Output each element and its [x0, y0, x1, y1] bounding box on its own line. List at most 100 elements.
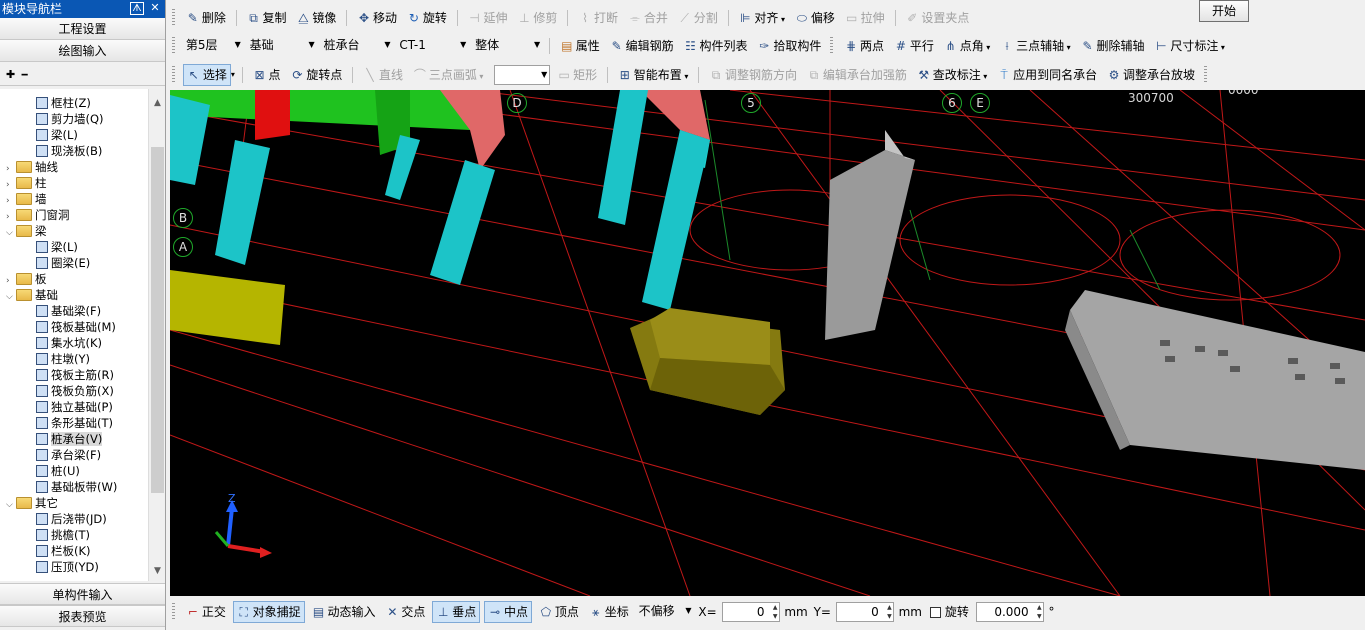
coordinate-snap[interactable]: ⚹ 坐标 [586, 598, 632, 626]
select-button[interactable]: ↖ 选择 [182, 64, 231, 86]
move-button[interactable]: ✥ 移动 [354, 4, 400, 32]
tree-item[interactable]: 剪力墙(Q) [36, 111, 104, 127]
tree-item[interactable]: 桩承台(V) [36, 431, 103, 447]
component-type-select[interactable]: 桩承台 ▼ [320, 36, 392, 56]
tree-item[interactable]: 集水坑(K) [36, 335, 102, 351]
tree-item[interactable]: 基础板带(W) [36, 479, 117, 495]
shape-select[interactable]: ▼ [494, 65, 551, 85]
rotate-angle-input[interactable]: 0.000 ▲ ▼ [975, 602, 1044, 622]
ortho-toggle[interactable]: ⌐ 正交 [183, 598, 229, 626]
tree-item[interactable]: 筏板负筋(X) [36, 383, 114, 399]
rotate-button[interactable]: ↻ 旋转 [404, 4, 450, 32]
mirror-button[interactable]: ⧋ 镜像 [293, 4, 339, 32]
expand-all-icon[interactable]: ✚ [6, 68, 15, 81]
three-point-arc-button[interactable]: ⌒ 三点画弧 ▾ [410, 61, 487, 91]
break-button[interactable]: ⌇ 打断 [575, 4, 621, 32]
close-icon[interactable]: ✕ [148, 2, 162, 15]
tree-folder[interactable]: › 墙 [6, 191, 47, 207]
scroll-up-icon[interactable]: ▲ [149, 95, 165, 111]
dimension-button[interactable]: ⊢ 尺寸标注 ▾ [1151, 32, 1228, 62]
chevron-down-icon[interactable]: ⌵ [6, 225, 16, 241]
rect-button[interactable]: ▭ 矩形 [554, 61, 600, 89]
tree-item[interactable]: 后浇带(JD) [36, 511, 107, 527]
tree-item[interactable]: 桩(U) [36, 463, 80, 479]
tree-folder[interactable]: ⌵ 其它 [6, 495, 58, 511]
component-select[interactable]: CT-1 ▼ [396, 36, 468, 56]
tree-item[interactable]: 梁(L) [36, 127, 78, 143]
midpoint-snap[interactable]: ⊸ 中点 [484, 601, 533, 623]
y-coordinate-input[interactable]: 0 ▲ ▼ [835, 602, 894, 622]
pick-component-button[interactable]: ✑ 拾取构件 [754, 32, 824, 60]
vertex-snap[interactable]: ⬠ 顶点 [536, 598, 582, 626]
perpendicular-snap[interactable]: ⊥ 垂点 [432, 601, 481, 623]
check-label-button[interactable]: ⚒ 查改标注 ▾ [914, 61, 991, 91]
intersection-snap[interactable]: ✕ 交点 [382, 598, 428, 626]
collapse-all-icon[interactable]: ━ [22, 70, 28, 81]
properties-button[interactable]: ▤ 属性 [557, 32, 603, 60]
split-button[interactable]: ⟋ 分割 [675, 4, 721, 32]
project-settings-button[interactable]: 工程设置 [0, 18, 165, 40]
drawing-input-button[interactable]: 绘图输入 [0, 40, 165, 62]
tree-item[interactable]: 梁(L) [36, 239, 78, 255]
offset-button[interactable]: ⬭ 偏移 [792, 4, 838, 32]
tree-folder[interactable]: ⌵ 梁 [6, 223, 47, 239]
tree-folder[interactable]: › 轴线 [6, 159, 58, 175]
tree-item[interactable]: 筏板基础(M) [36, 319, 116, 335]
pin-icon[interactable]: ᗑ [130, 2, 144, 15]
start-button[interactable]: 开始 [1199, 0, 1249, 22]
tree-item[interactable]: 压顶(YD) [36, 559, 99, 575]
dynamic-input-toggle[interactable]: ▤ 动态输入 [309, 598, 379, 626]
tree-item[interactable]: 承台梁(F) [36, 447, 101, 463]
point-angle-button[interactable]: ⋔ 点角 ▾ [941, 32, 994, 62]
set-grip-button[interactable]: ✐ 设置夹点 [902, 4, 972, 32]
object-snap-toggle[interactable]: ⛶ 对象捕捉 [232, 601, 305, 623]
rotate-checkbox[interactable]: 旋转 [927, 598, 972, 626]
drawing-viewport[interactable]: D 5 6 E B A 300700 0000 Z [170, 90, 1365, 596]
scope-select[interactable]: 整体 ▼ [472, 36, 542, 56]
delete-aux-button[interactable]: ✎ 删除辅轴 [1078, 32, 1148, 60]
merge-button[interactable]: ⌯ 合并 [625, 4, 671, 32]
tree-item[interactable]: 条形基础(T) [36, 415, 113, 431]
component-list-button[interactable]: ☷ 构件列表 [680, 32, 750, 60]
line-button[interactable]: ╲ 直线 [360, 61, 406, 89]
category-select[interactable]: 基础 ▼ [247, 36, 317, 56]
tree-folder[interactable]: › 板 [6, 271, 47, 287]
rotate-point-button[interactable]: ⟳ 旋转点 [287, 61, 345, 89]
edit-rebar-button[interactable]: ✎ 编辑钢筋 [607, 32, 677, 60]
report-preview-button[interactable]: 报表预览 [0, 605, 165, 627]
adjust-cap-slope-button[interactable]: ⚙ 调整承台放坡 [1104, 61, 1198, 89]
floor-select[interactable]: 第5层 ▼ [183, 36, 243, 56]
trim-button[interactable]: ⊥ 修剪 [514, 4, 560, 32]
adjust-rebar-dir-button[interactable]: ⧉ 调整钢筋方向 [706, 61, 800, 89]
tree-folder[interactable]: › 门窗洞 [6, 207, 70, 223]
edit-cap-reinforce-button[interactable]: ⧉ 编辑承台加强筋 [804, 61, 910, 89]
stretch-button[interactable]: ▭ 拉伸 [842, 4, 888, 32]
scroll-thumb[interactable] [151, 147, 164, 493]
two-points-button[interactable]: ⋕ 两点 [841, 32, 887, 60]
three-point-axis-button[interactable]: ⟊ 三点辅轴 ▾ [997, 32, 1074, 62]
tree-item[interactable]: 栏板(K) [36, 543, 91, 559]
tree-folder[interactable]: › 柱 [6, 175, 47, 191]
tree-item[interactable]: 挑檐(T) [36, 527, 90, 543]
x-coordinate-input[interactable]: 0 ▲ ▼ [721, 602, 780, 622]
tree-item[interactable]: 筏板主筋(R) [36, 367, 114, 383]
chevron-down-icon[interactable]: ⌵ [6, 497, 16, 513]
tree-scrollbar[interactable]: ▲ ▼ [148, 89, 165, 581]
tree-item[interactable]: 圈梁(E) [36, 255, 90, 271]
extend-button[interactable]: ⊣ 延伸 [465, 4, 511, 32]
delete-button[interactable]: ✎ 删除 [183, 4, 229, 32]
point-button[interactable]: ⊠ 点 [250, 61, 284, 89]
tree-folder[interactable]: ⌵ 基础 [6, 287, 58, 303]
parallel-button[interactable]: # 平行 [891, 32, 937, 60]
copy-button[interactable]: ⧉ 复制 [244, 4, 290, 32]
apply-same-name-button[interactable]: ⍑ 应用到同名承台 [994, 61, 1100, 89]
align-button[interactable]: ⊫ 对齐 ▾ [735, 4, 788, 34]
smart-layout-button[interactable]: ⊞ 智能布置 ▾ [615, 61, 692, 91]
tree-item[interactable]: 柱墩(Y) [36, 351, 90, 367]
tree-item[interactable]: 框柱(Z) [36, 95, 91, 111]
chevron-down-icon[interactable]: ⌵ [6, 289, 16, 305]
scroll-down-icon[interactable]: ▼ [149, 563, 165, 579]
tree-item[interactable]: 现浇板(B) [36, 143, 102, 159]
offset-mode-select[interactable]: 不偏移 ▼ [636, 602, 694, 622]
tree-item[interactable]: 独立基础(P) [36, 399, 113, 415]
